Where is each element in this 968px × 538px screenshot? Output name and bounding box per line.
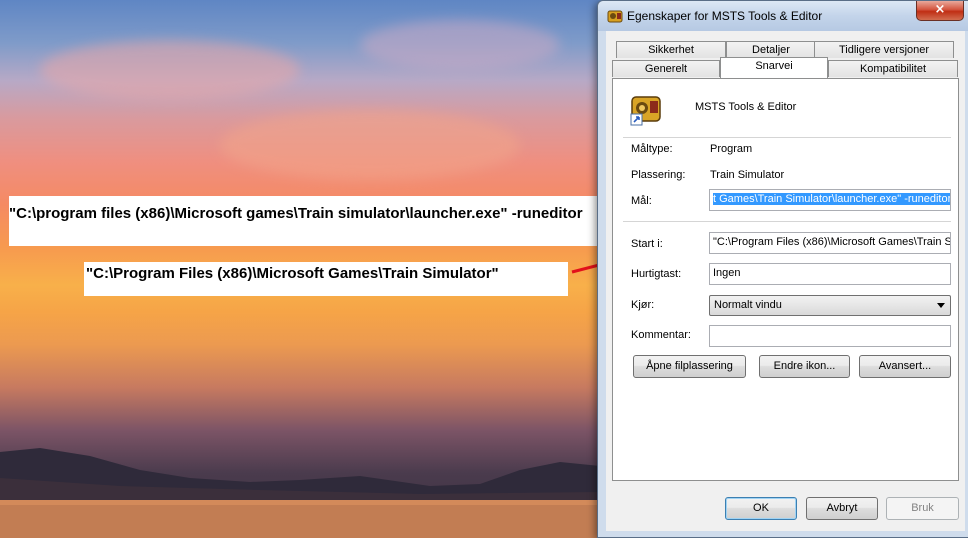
location-value: Train Simulator: [710, 169, 785, 181]
run-label: Kjør:: [631, 299, 655, 311]
window-title: Egenskaper for MSTS Tools & Editor: [627, 9, 823, 23]
start-in-input-text: "C:\Program Files (x86)\Microsoft Games\…: [713, 236, 951, 248]
tab-tidligere-versjoner[interactable]: Tidligere versjoner: [814, 41, 954, 58]
title-bar[interactable]: Egenskaper for MSTS Tools & Editor ×: [598, 1, 968, 31]
target-input-text: t Games\Train Simulator\launcher.exe" -r…: [713, 193, 951, 205]
change-icon-button[interactable]: Endre ikon...: [759, 355, 850, 378]
tab-sikkerhet[interactable]: Sikkerhet: [616, 41, 726, 58]
tab-generelt[interactable]: Generelt: [612, 60, 720, 77]
advanced-button[interactable]: Avansert...: [859, 355, 951, 378]
start-in-label: Start i:: [631, 238, 663, 250]
open-file-location-button[interactable]: Åpne filplassering: [633, 355, 746, 378]
comment-label: Kommentar:: [631, 329, 691, 341]
comment-input[interactable]: [709, 325, 951, 347]
ok-button[interactable]: OK: [725, 497, 797, 520]
shortcut-large-icon: [630, 96, 661, 126]
target-input[interactable]: t Games\Train Simulator\launcher.exe" -r…: [709, 189, 951, 211]
chevron-down-icon: [937, 303, 945, 308]
location-label: Plassering:: [631, 169, 686, 181]
hotkey-label: Hurtigtast:: [631, 268, 682, 280]
tab-snarvei[interactable]: Snarvei: [720, 57, 828, 78]
annotation-target-path: "C:\program files (x86)\Microsoft games\…: [9, 196, 609, 246]
tab-panel-snarvei: MSTS Tools & Editor Måltype: Program Pla…: [612, 78, 959, 481]
target-type-label: Måltype:: [631, 143, 673, 155]
apply-button[interactable]: Bruk: [886, 497, 959, 520]
cancel-button[interactable]: Avbryt: [806, 497, 878, 520]
dialog-client-area: Sikkerhet Detaljer Tidligere versjoner G…: [606, 31, 965, 531]
run-select-value: Normalt vindu: [714, 299, 782, 311]
shortcut-name: MSTS Tools & Editor: [695, 101, 797, 113]
separator: [623, 221, 951, 222]
hotkey-input[interactable]: Ingen: [709, 263, 951, 285]
run-select[interactable]: Normalt vindu: [709, 295, 951, 316]
start-in-input[interactable]: "C:\Program Files (x86)\Microsoft Games\…: [709, 232, 951, 254]
target-type-value: Program: [710, 143, 753, 155]
target-label: Mål:: [631, 195, 652, 207]
properties-dialog: Egenskaper for MSTS Tools & Editor × Sik…: [597, 0, 968, 538]
separator: [623, 137, 951, 138]
annotation-startin-path: "C:\Program Files (x86)\Microsoft Games\…: [84, 262, 568, 296]
tab-detaljer[interactable]: Detaljer: [726, 41, 816, 58]
close-icon: ×: [934, 2, 946, 17]
hotkey-input-text: Ingen: [713, 267, 741, 279]
close-button[interactable]: ×: [916, 1, 964, 21]
shortcut-app-icon: [607, 10, 623, 23]
tab-kompatibilitet[interactable]: Kompatibilitet: [828, 60, 958, 77]
